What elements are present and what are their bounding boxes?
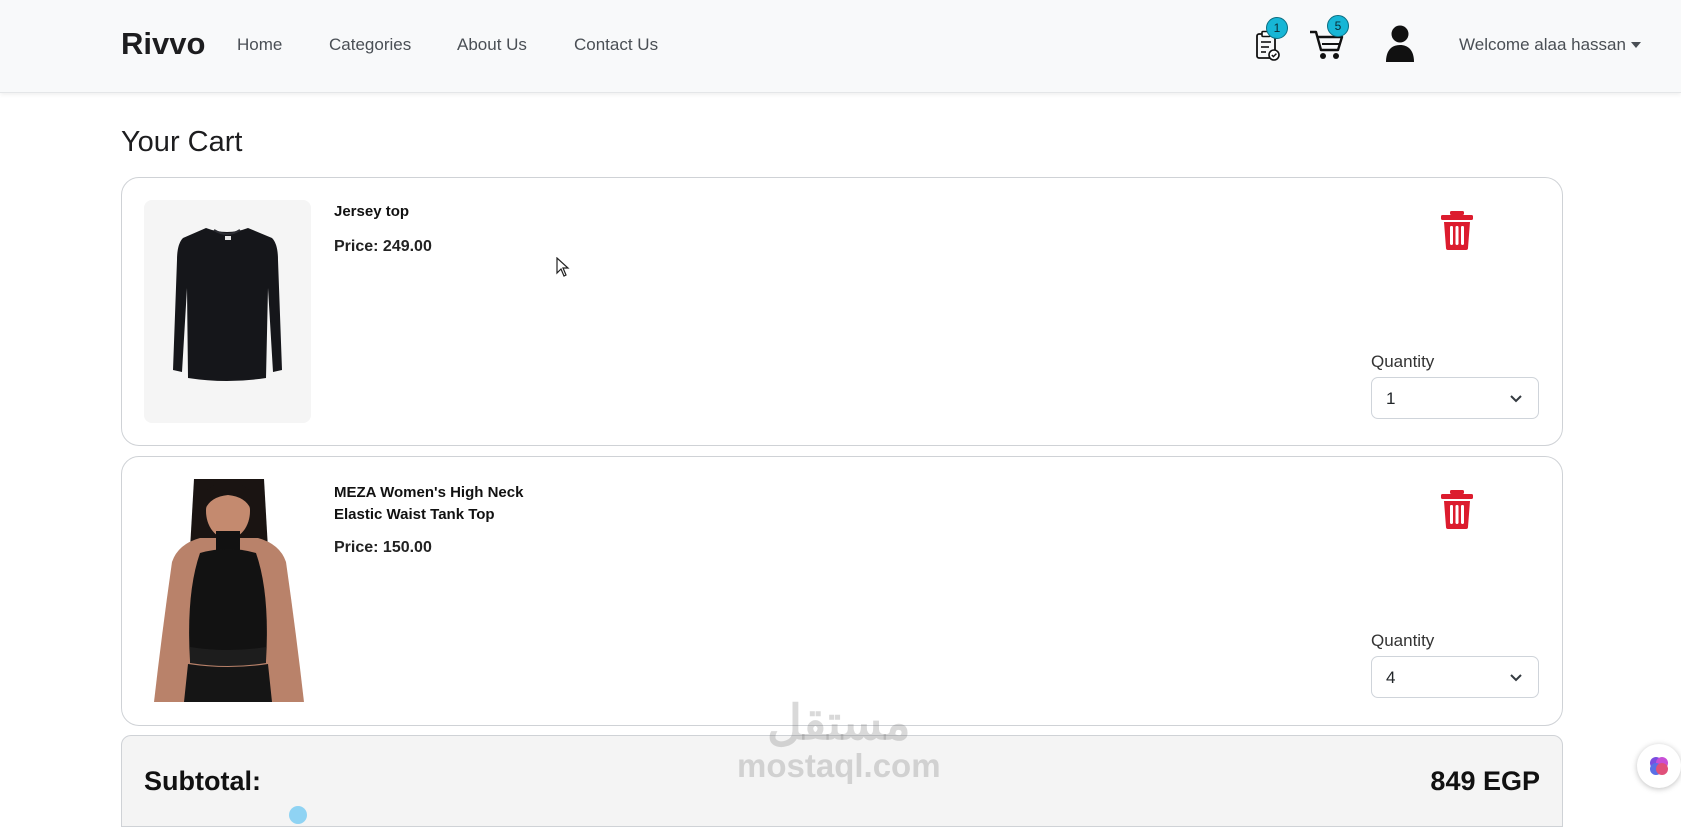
nav-link-about-us[interactable]: About Us xyxy=(457,35,527,55)
quantity-select[interactable]: 4 xyxy=(1371,656,1539,698)
product-name: Jersey top xyxy=(334,203,410,220)
welcome-user-dropdown[interactable]: Welcome alaa hassan xyxy=(1459,35,1626,55)
product-price: Price: 249.00 xyxy=(334,238,432,255)
product-name: MEZA Women's High Neck Elastic Waist Tan… xyxy=(334,484,524,523)
subtotal-label: Subtotal: xyxy=(144,766,261,796)
quantity-value: 4 xyxy=(1386,668,1396,687)
user-icon[interactable] xyxy=(1385,25,1415,63)
watermark-arabic: مستقل xyxy=(766,697,911,750)
top-navbar: Rivvo Home Categories About Us Contact U… xyxy=(0,0,1681,93)
orders-count-badge: 1 xyxy=(1266,17,1288,39)
quantity-label: Quantity xyxy=(1371,352,1435,371)
caret-down-icon[interactable] xyxy=(1631,42,1641,48)
product-image[interactable] xyxy=(144,200,311,423)
product-image[interactable] xyxy=(144,479,311,702)
watermark-latin: mostaql.com xyxy=(737,747,941,784)
trash-icon[interactable] xyxy=(1439,210,1475,250)
product-price: Price: 150.00 xyxy=(334,539,432,556)
chevron-down-icon xyxy=(1508,390,1524,406)
nav-link-contact-us[interactable]: Contact Us xyxy=(574,35,658,55)
quantity-value: 1 xyxy=(1386,389,1396,408)
cart-item-card: Jersey top Price: 249.00 Quantity 1 xyxy=(121,177,1563,446)
quantity-select[interactable]: 1 xyxy=(1371,377,1539,419)
page-title: Your Cart xyxy=(121,126,243,158)
assistant-fab[interactable] xyxy=(1637,744,1681,788)
watermark: مستقل mostaql.com xyxy=(737,700,941,784)
brand-logo[interactable]: Rivvo xyxy=(121,26,205,62)
scroll-indicator-dot xyxy=(289,806,307,824)
quantity-label: Quantity xyxy=(1371,631,1435,650)
chevron-down-icon xyxy=(1508,669,1524,685)
nav-link-categories[interactable]: Categories xyxy=(329,35,411,55)
subtotal-value: 849 EGP xyxy=(1430,766,1540,796)
cart-count-badge: 5 xyxy=(1327,15,1349,37)
cart-item-card: MEZA Women's High Neck Elastic Waist Tan… xyxy=(121,456,1563,726)
trash-icon[interactable] xyxy=(1439,489,1475,529)
nav-link-home[interactable]: Home xyxy=(237,35,282,55)
mouse-cursor-icon xyxy=(556,256,570,277)
